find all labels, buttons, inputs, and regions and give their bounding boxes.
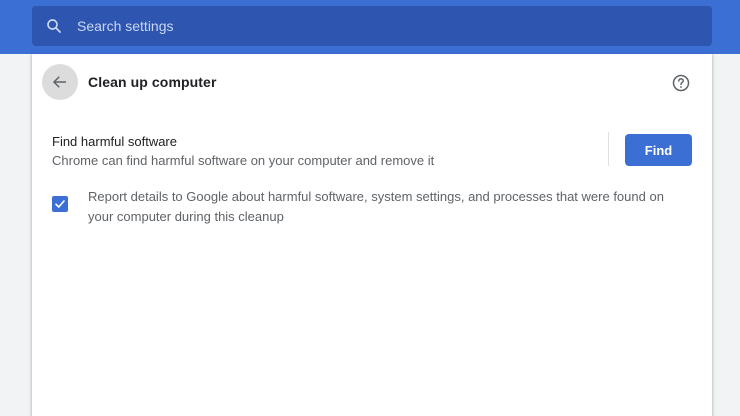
report-details-row: Report details to Google about harmful s… (52, 187, 692, 227)
search-icon (44, 16, 64, 36)
find-section-description: Chrome can find harmful software on your… (52, 153, 435, 168)
top-bar (0, 0, 740, 54)
back-button[interactable] (42, 64, 78, 100)
search-bar[interactable] (32, 6, 712, 46)
page-title: Clean up computer (88, 74, 217, 90)
report-details-checkbox[interactable] (52, 196, 68, 212)
settings-card: Clean up computer Find harmful software … (32, 54, 712, 416)
vertical-divider (608, 132, 609, 166)
find-harmful-software-row: Find harmful software Chrome can find ha… (52, 132, 692, 170)
help-button[interactable] (670, 72, 692, 94)
checkmark-icon (54, 198, 66, 210)
report-details-label: Report details to Google about harmful s… (88, 189, 664, 224)
search-input[interactable] (77, 18, 677, 34)
page-header: Clean up computer (32, 54, 712, 110)
help-icon (671, 73, 691, 93)
find-button[interactable]: Find (625, 134, 692, 166)
arrow-back-icon (51, 73, 69, 91)
find-section-title: Find harmful software (52, 134, 177, 149)
